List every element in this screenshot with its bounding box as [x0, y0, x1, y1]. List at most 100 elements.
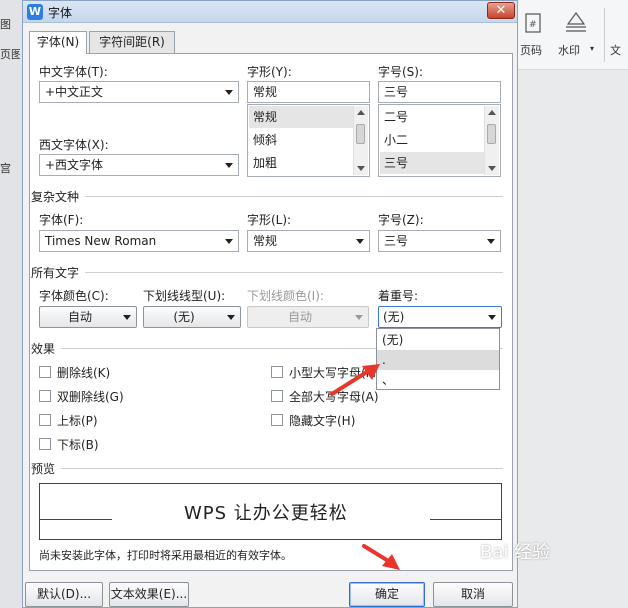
all-caps-checkbox[interactable] — [271, 390, 283, 402]
annotation-arrow-icon — [362, 544, 400, 570]
superscript-label[interactable]: 上标(P) — [57, 412, 98, 429]
chinese-font-select[interactable]: +中文正文 — [39, 81, 239, 103]
double-strikethrough-label[interactable]: 双删除线(G) — [57, 388, 124, 405]
font-color-label: 字体颜色(C): — [39, 289, 109, 303]
tab-character-spacing[interactable]: 字符间距(R) — [89, 31, 175, 53]
chinese-font-value: +中文正文 — [45, 85, 104, 99]
scroll-thumb[interactable] — [356, 124, 365, 144]
background-left-panel: 图 页图 宫 — [0, 0, 22, 608]
baidu-watermark: Bai 经验 — [480, 542, 551, 563]
preview-section-label: 预览 — [31, 462, 56, 476]
underline-style-select[interactable]: (无) — [143, 306, 241, 328]
size-option[interactable]: 二号 — [380, 106, 486, 128]
chevron-down-icon — [225, 90, 233, 95]
background-toolbar: # 页码 水印 ▾ 文 — [510, 0, 628, 70]
size-listbox[interactable]: 二号 小二 三号 — [378, 104, 501, 177]
section-divider — [61, 468, 503, 469]
chevron-down-icon — [123, 315, 131, 320]
complex-font-select[interactable]: Times New Roman — [39, 230, 239, 252]
cancel-button[interactable]: 取消 — [433, 582, 513, 607]
scroll-up-icon[interactable] — [488, 110, 496, 115]
close-button[interactable]: ✕ — [487, 2, 515, 19]
hidden-text-checkbox[interactable] — [271, 414, 283, 426]
annotation-arrow-icon — [330, 364, 380, 396]
wps-logo-icon: W — [27, 4, 43, 20]
chinese-font-label: 中文字体(T): — [39, 65, 108, 79]
emphasis-option[interactable]: . — [377, 350, 499, 370]
chevron-down-icon — [225, 163, 233, 168]
font-missing-note: 尚未安装此字体，打印时将采用最相近的有效字体。 — [39, 549, 292, 562]
toolbar-page-number[interactable]: 页码 — [520, 42, 542, 58]
subscript-checkbox[interactable] — [39, 438, 51, 450]
subscript-label[interactable]: 下标(B) — [57, 436, 99, 453]
complex-size-label: 字号(Z): — [378, 213, 424, 227]
size-scrollbar[interactable] — [484, 106, 499, 175]
chevron-down-icon — [356, 239, 364, 244]
hidden-text-label[interactable]: 隐藏文字(H) — [289, 412, 355, 429]
page-number-icon: # — [525, 13, 541, 33]
size-option[interactable]: 三号 — [380, 152, 486, 174]
chevron-down-icon — [355, 315, 363, 320]
complex-font-label: 字体(F): — [39, 213, 84, 227]
background-left-label: 页图 — [0, 48, 20, 61]
default-button[interactable]: 默认(D)... — [25, 582, 103, 607]
tab-font[interactable]: 字体(N) — [29, 31, 87, 54]
preview-box: WPS 让办公更轻松 — [39, 483, 502, 540]
emphasis-option[interactable]: (无) — [377, 330, 499, 350]
scroll-thumb[interactable] — [487, 124, 496, 144]
underline-color-value: 自动 — [287, 310, 312, 324]
strikethrough-label[interactable]: 删除线(K) — [57, 364, 110, 381]
style-listbox[interactable]: 常规 倾斜 加粗 — [247, 104, 370, 177]
complex-style-select[interactable]: 常规 — [247, 230, 370, 252]
chevron-down-icon — [225, 239, 233, 244]
section-divider — [85, 196, 503, 197]
complex-style-value: 常规 — [253, 234, 278, 248]
text-effect-button[interactable]: 文本效果(E)... — [109, 582, 189, 607]
preview-baseline — [430, 519, 502, 520]
style-option[interactable]: 倾斜 — [249, 129, 355, 151]
style-scrollbar[interactable] — [353, 106, 368, 175]
scroll-down-icon[interactable] — [357, 166, 365, 171]
ok-button[interactable]: 确定 — [349, 582, 425, 607]
chevron-down-icon — [227, 315, 235, 320]
strikethrough-checkbox[interactable] — [39, 366, 51, 378]
svg-text:#: # — [529, 20, 537, 30]
complex-section-label: 复杂文种 — [31, 190, 80, 204]
all-text-section-label: 所有文字 — [31, 266, 80, 280]
toolbar-text[interactable]: 文 — [610, 42, 621, 58]
style-input[interactable]: 常规 — [247, 81, 370, 103]
complex-size-value: 三号 — [384, 234, 409, 248]
emphasis-mark-select[interactable]: (无) — [378, 306, 502, 328]
chevron-down-icon: ▾ — [590, 44, 595, 53]
double-strikethrough-checkbox[interactable] — [39, 390, 51, 402]
effects-section-label: 效果 — [31, 342, 56, 356]
section-divider — [85, 272, 503, 273]
size-input[interactable]: 三号 — [378, 81, 501, 103]
font-color-select[interactable]: 自动 — [39, 306, 137, 328]
size-option[interactable]: 小二 — [380, 129, 486, 151]
western-font-select[interactable]: +西文字体 — [39, 154, 239, 176]
underline-style-label: 下划线线型(U): — [143, 289, 226, 303]
scroll-up-icon[interactable] — [357, 110, 365, 115]
background-left-label: 宫 — [0, 162, 11, 175]
western-font-value: +西文字体 — [45, 158, 104, 172]
emphasis-option[interactable]: 、 — [377, 370, 499, 390]
toolbar-divider — [604, 8, 605, 62]
complex-size-select[interactable]: 三号 — [378, 230, 501, 252]
style-option[interactable]: 常规 — [249, 106, 355, 128]
chevron-down-icon — [487, 239, 495, 244]
style-option[interactable]: 加粗 — [249, 152, 355, 174]
superscript-checkbox[interactable] — [39, 414, 51, 426]
chevron-down-icon — [488, 315, 496, 320]
complex-font-value: Times New Roman — [45, 234, 157, 248]
scroll-down-icon[interactable] — [488, 166, 496, 171]
preview-text: WPS 让办公更轻松 — [184, 503, 348, 524]
preview-baseline — [40, 519, 112, 520]
small-caps-checkbox[interactable] — [271, 366, 283, 378]
dialog-titlebar[interactable]: W 字体 ✕ — [23, 1, 517, 23]
emphasis-mark-dropdown[interactable]: (无) . 、 — [376, 328, 500, 390]
toolbar-watermark[interactable]: 水印 — [558, 42, 580, 58]
font-color-value: 自动 — [67, 310, 92, 324]
complex-style-label: 字形(L): — [247, 213, 292, 227]
size-label: 字号(S): — [378, 65, 424, 79]
